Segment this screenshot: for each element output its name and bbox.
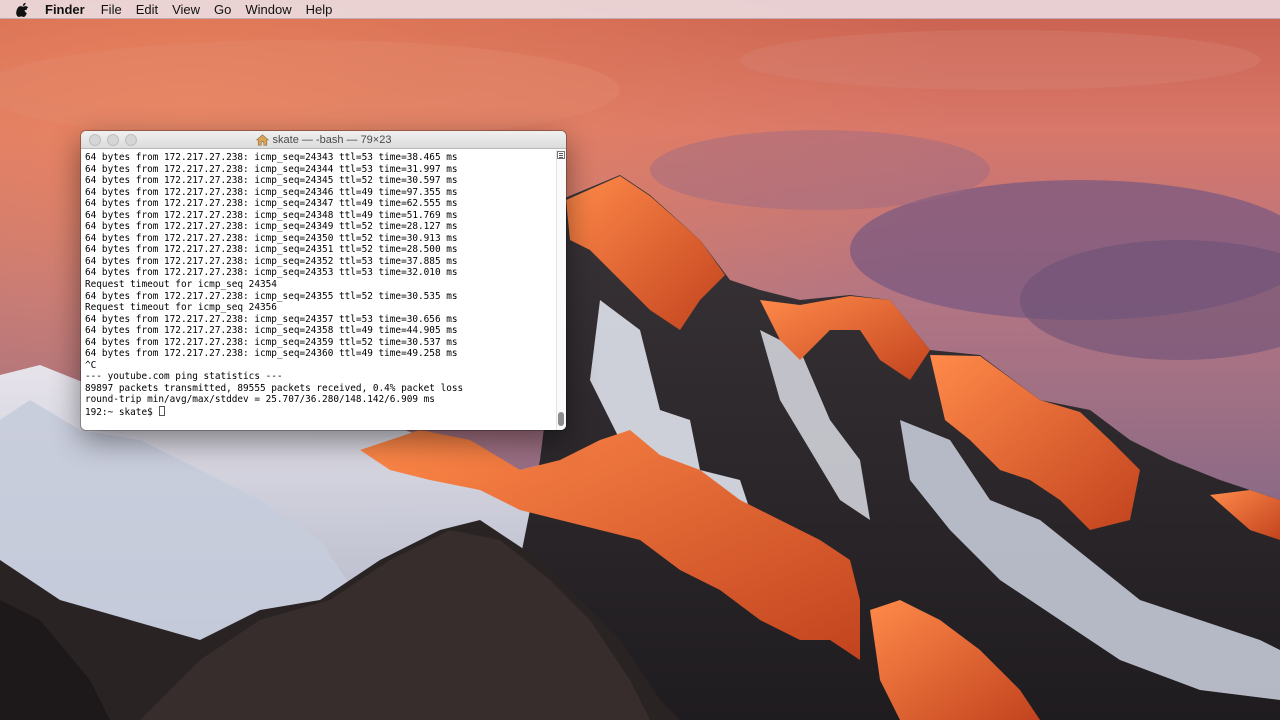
prompt-line[interactable]: 192:~ skate$ [85,406,557,418]
terminal-line: 64 bytes from 172.217.27.238: icmp_seq=2… [85,255,458,267]
split-pane-icon[interactable] [557,151,565,159]
terminal-line: --- youtube.com ping statistics --- [85,371,283,383]
window-title-text: skate — -bash — 79×23 [272,134,392,146]
window-titlebar[interactable]: skate — -bash — 79×23 [81,131,566,149]
menu-go[interactable]: Go [214,0,231,19]
terminal-line: 64 bytes from 172.217.27.238: icmp_seq=2… [85,209,458,221]
scrollbar-thumb[interactable] [558,412,564,426]
menu-bar: Finder File Edit View Go Window Help [0,0,1280,19]
terminal-line: 64 bytes from 172.217.27.238: icmp_seq=2… [85,336,458,348]
menu-finder[interactable]: Finder [45,0,85,19]
terminal-line: 64 bytes from 172.217.27.238: icmp_seq=2… [85,163,458,175]
terminal-line: 64 bytes from 172.217.27.238: icmp_seq=2… [85,325,458,337]
terminal-line: 64 bytes from 172.217.27.238: icmp_seq=2… [85,267,458,279]
terminal-line: 64 bytes from 172.217.27.238: icmp_seq=2… [85,198,458,210]
terminal-line: 64 bytes from 172.217.27.238: icmp_seq=2… [85,221,458,233]
terminal-line: Request timeout for icmp_seq 24356 [85,302,277,314]
menu-help[interactable]: Help [306,0,333,19]
terminal-line: 64 bytes from 172.217.27.238: icmp_seq=2… [85,313,458,325]
terminal-line: 64 bytes from 172.217.27.238: icmp_seq=2… [85,232,458,244]
terminal-line: 64 bytes from 172.217.27.238: icmp_seq=2… [85,152,458,163]
apple-logo-icon[interactable] [14,1,30,18]
terminal-line: ^C [85,359,97,371]
shell-prompt: 192:~ skate$ [85,407,159,419]
vertical-scrollbar[interactable] [556,150,566,430]
terminal-line: Request timeout for icmp_seq 24354 [85,279,277,291]
terminal-line: 64 bytes from 172.217.27.238: icmp_seq=2… [85,290,458,302]
menu-edit[interactable]: Edit [136,0,158,19]
menu-file[interactable]: File [101,0,122,19]
menu-window[interactable]: Window [245,0,291,19]
terminal-line: 64 bytes from 172.217.27.238: icmp_seq=2… [85,186,458,198]
terminal-line: 64 bytes from 172.217.27.238: icmp_seq=2… [85,244,458,256]
terminal-line: 64 bytes from 172.217.27.238: icmp_seq=2… [85,175,458,187]
terminal-line: 89897 packets transmitted, 89555 packets… [85,382,464,394]
text-cursor [159,406,165,417]
terminal-output[interactable]: 64 bytes from 172.217.27.238: icmp_seq=2… [81,150,557,430]
window-title: skate — -bash — 79×23 [81,131,566,149]
terminal-line: round-trip min/avg/max/stddev = 25.707/3… [85,394,435,406]
home-folder-icon [255,134,269,146]
menu-view[interactable]: View [172,0,200,19]
terminal-window[interactable]: skate — -bash — 79×23 64 bytes from 172.… [81,131,566,430]
terminal-line: 64 bytes from 172.217.27.238: icmp_seq=2… [85,348,458,360]
